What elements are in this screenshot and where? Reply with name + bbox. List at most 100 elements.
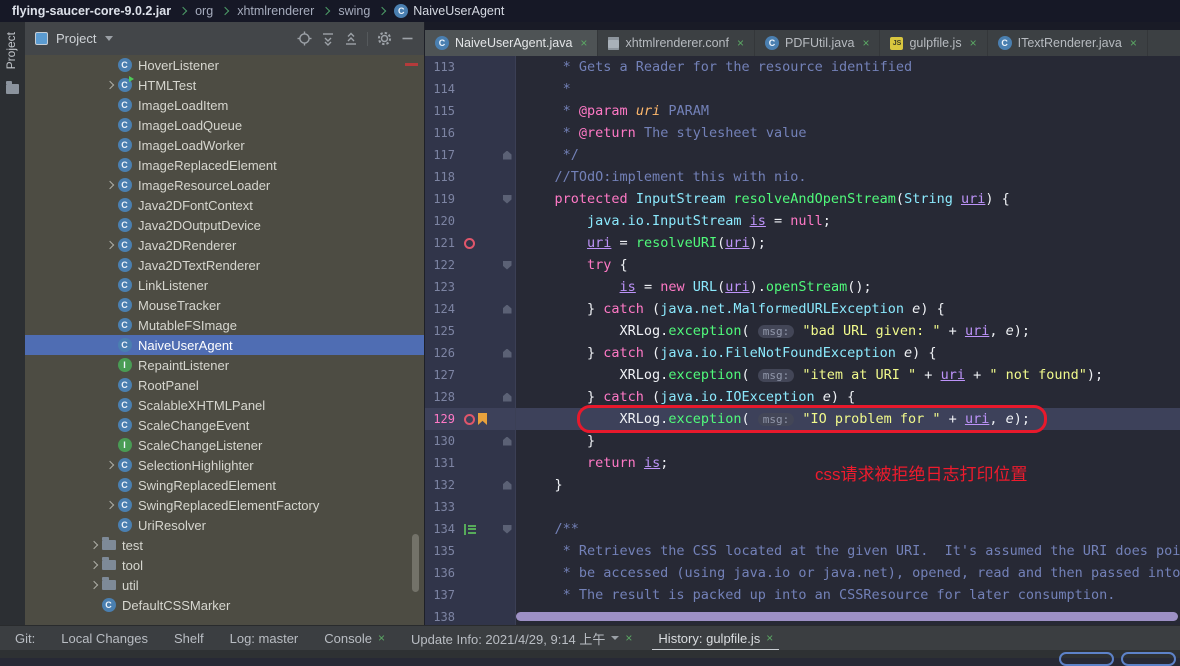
chevron-right-icon[interactable] [86,582,101,588]
tree-item-scalechangelistener[interactable]: IScaleChangeListener [25,435,424,455]
tree-item-naiveuseragent[interactable]: CNaiveUserAgent [25,335,424,355]
code-line[interactable]: 128 } catch (java.io.IOException e) { [425,386,1180,408]
code-line[interactable]: 117 */ [425,144,1180,166]
code-line[interactable]: 131 return is; [425,452,1180,474]
close-icon[interactable]: × [970,37,977,49]
code-line[interactable]: 129 XRLog.exception( msg: "IO problem fo… [425,408,1180,430]
bookmark-icon[interactable] [478,413,487,425]
tab-naiveuseragent.java[interactable]: CNaiveUserAgent.java× [425,30,598,56]
code-line[interactable]: 119 protected InputStream resolveAndOpen… [425,188,1180,210]
settings-icon[interactable] [377,31,392,46]
fold-marker-icon[interactable] [499,144,515,166]
fold-marker-icon[interactable] [499,430,515,452]
close-icon[interactable]: × [766,631,773,645]
tree-item-swingreplacedelement[interactable]: CSwingReplacedElement [25,475,424,495]
breadcrumb-jar[interactable]: flying-saucer-core-9.0.2.jar [12,4,171,18]
statusbar-tab-shelf[interactable]: Shelf [174,626,204,651]
tree-item-tool[interactable]: tool [25,555,424,575]
horizontal-scrollbar[interactable] [516,612,1178,621]
breadcrumb-item[interactable]: org [195,4,213,18]
tree-item-imageloadqueue[interactable]: CImageLoadQueue [25,115,424,135]
tab-xhtmlrenderer.conf[interactable]: xhtmlrenderer.conf× [598,30,755,56]
code-line[interactable]: 126 } catch (java.io.FileNotFoundExcepti… [425,342,1180,364]
code-editor[interactable]: 113 * Gets a Reader for the resource ide… [425,56,1180,625]
tree-item-mousetracker[interactable]: CMouseTracker [25,295,424,315]
code-line[interactable]: 125 XRLog.exception( msg: "bad URL given… [425,320,1180,342]
tree-item-rootpanel[interactable]: CRootPanel [25,375,424,395]
fold-marker-icon[interactable] [499,386,515,408]
fold-marker-icon[interactable] [499,474,515,496]
code-line[interactable]: 130 } [425,430,1180,452]
chevron-right-icon[interactable] [102,462,117,468]
code-line[interactable]: 115 * @param uri PARAM [425,100,1180,122]
fold-marker-icon[interactable] [499,342,515,364]
tree-item-selectionhighlighter[interactable]: CSelectionHighlighter [25,455,424,475]
tree-item-scalablexhtmlpanel[interactable]: CScalableXHTMLPanel [25,395,424,415]
collapse-all-icon[interactable] [344,32,358,46]
code-line[interactable]: 123 is = new URL(uri).openStream(); [425,276,1180,298]
tree-scrollbar[interactable] [412,534,419,592]
chevron-right-icon[interactable] [102,242,117,248]
tree-item-util[interactable]: util [25,575,424,595]
tree-item-hoverlistener[interactable]: CHoverListener [25,55,424,75]
close-icon[interactable]: × [1130,37,1137,49]
statusbar-tab-update-info[interactable]: Update Info: 2021/4/29, 9:14 上午× [411,626,632,651]
code-line[interactable]: 124 } catch (java.net.MalformedURLExcept… [425,298,1180,320]
code-line[interactable]: 133 [425,496,1180,518]
tree-item-swingreplacedelementfactory[interactable]: CSwingReplacedElementFactory [25,495,424,515]
code-line[interactable]: 132 } [425,474,1180,496]
code-line[interactable]: 116 * @return The stylesheet value [425,122,1180,144]
close-icon[interactable]: × [737,37,744,49]
chevron-right-icon[interactable] [102,182,117,188]
close-icon[interactable]: × [625,631,632,645]
fold-marker-icon[interactable] [499,188,515,210]
tree-item-test[interactable]: test [25,535,424,555]
expand-all-icon[interactable] [321,32,335,46]
chevron-right-icon[interactable] [86,562,101,568]
locate-icon[interactable] [297,31,312,46]
tree-item-htmltest[interactable]: CHTMLTest [25,75,424,95]
breadcrumb-item[interactable]: xhtmlrenderer [237,4,314,18]
statusbar-tab-console[interactable]: Console× [324,626,385,651]
tree-item-java2dtextrenderer[interactable]: CJava2DTextRenderer [25,255,424,275]
tree-item-imageloaditem[interactable]: CImageLoadItem [25,95,424,115]
fold-marker-icon[interactable] [499,518,515,540]
tree-item-java2drenderer[interactable]: CJava2DRenderer [25,235,424,255]
close-icon[interactable]: × [580,37,587,49]
breadcrumb-class[interactable]: CNaiveUserAgent [394,4,504,18]
code-line[interactable]: 113 * Gets a Reader for the resource ide… [425,56,1180,78]
breakpoint-icon[interactable] [464,414,475,425]
statusbar-tab-log[interactable]: Log: master [230,626,299,651]
tree-item-repaintlistener[interactable]: IRepaintListener [25,355,424,375]
implemented-marker-icon[interactable] [464,524,476,535]
fold-marker-icon[interactable] [499,254,515,276]
tab-pdfutil.java[interactable]: CPDFUtil.java× [755,30,880,56]
code-line[interactable]: 134 /** [425,518,1180,540]
code-line[interactable]: 114 * [425,78,1180,100]
code-line[interactable]: 122 try { [425,254,1180,276]
code-line[interactable]: 118 //TOdO:implement this with nio. [425,166,1180,188]
hide-icon[interactable] [401,32,414,45]
chevron-right-icon[interactable] [86,542,101,548]
close-icon[interactable]: × [862,37,869,49]
tree-item-java2dfontcontext[interactable]: CJava2DFontContext [25,195,424,215]
tree-item-imagereplacedelement[interactable]: CImageReplacedElement [25,155,424,175]
tree-item-linklistener[interactable]: CLinkListener [25,275,424,295]
tree-item-scalechangeevent[interactable]: CScaleChangeEvent [25,415,424,435]
code-line[interactable]: 121 uri = resolveURI(uri); [425,232,1180,254]
tree-item-defaultcssmarker[interactable]: CDefaultCSSMarker [25,595,424,615]
tree-item-uriresolver[interactable]: CUriResolver [25,515,424,535]
fold-marker-icon[interactable] [499,298,515,320]
tree-item-imageloadworker[interactable]: CImageLoadWorker [25,135,424,155]
chevron-down-icon[interactable] [611,636,619,640]
breadcrumb-item[interactable]: swing [338,4,370,18]
tab-itextrenderer.java[interactable]: CITextRenderer.java× [988,30,1148,56]
statusbar-tab-local-changes[interactable]: Local Changes [61,626,148,651]
code-line[interactable]: 135 * Retrieves the CSS located at the g… [425,540,1180,562]
tree-item-imageresourceloader[interactable]: CImageResourceLoader [25,175,424,195]
code-line[interactable]: 137 * The result is packed up into an CS… [425,584,1180,606]
close-icon[interactable]: × [378,631,385,645]
tree-item-java2doutputdevice[interactable]: CJava2DOutputDevice [25,215,424,235]
chevron-down-icon[interactable] [105,36,113,41]
project-stripe-button[interactable]: Project [4,32,18,69]
